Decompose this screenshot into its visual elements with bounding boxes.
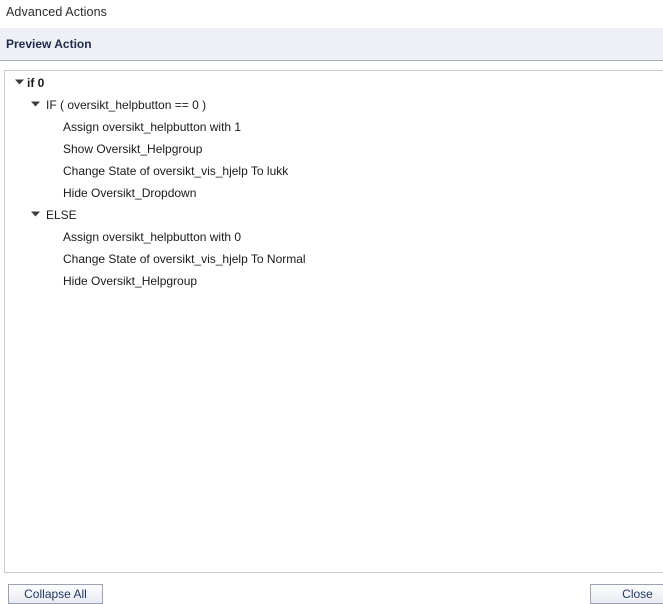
tree-row[interactable]: Assign oversikt_helpbutton with 1: [5, 115, 663, 137]
caret-down-icon[interactable]: [30, 98, 43, 109]
tree-row[interactable]: Change State of oversikt_vis_hjelp To No…: [5, 247, 663, 269]
tree-row[interactable]: Change State of oversikt_vis_hjelp To lu…: [5, 159, 663, 181]
tree-row-label: IF ( oversikt_helpbutton == 0 ): [46, 97, 207, 112]
action-tree: if 0 IF ( oversikt_helpbutton == 0 ) Assig…: [5, 71, 663, 291]
tree-row-label: Hide Oversikt_Helpgroup: [63, 273, 198, 288]
preview-action-label: Preview Action: [6, 37, 92, 51]
tree-row-label: Show Oversikt_Helpgroup: [63, 141, 203, 156]
tree-row-label: ELSE: [46, 207, 77, 222]
tree-row[interactable]: if 0: [5, 71, 663, 93]
collapse-all-button[interactable]: Collapse All: [8, 584, 103, 604]
tree-row-label: if 0: [27, 75, 45, 90]
dialog-footer: Collapse All Close: [0, 573, 663, 604]
tree-row-label: Change State of oversikt_vis_hjelp To lu…: [63, 163, 289, 178]
window-title: Advanced Actions: [6, 5, 107, 19]
tree-row[interactable]: ELSE: [5, 203, 663, 225]
caret-down-icon[interactable]: [30, 208, 43, 219]
caret-down-icon[interactable]: [14, 76, 27, 87]
tree-row[interactable]: Show Oversikt_Helpgroup: [5, 137, 663, 159]
tree-row[interactable]: Hide Oversikt_Dropdown: [5, 181, 663, 203]
tree-row[interactable]: IF ( oversikt_helpbutton == 0 ): [5, 93, 663, 115]
tree-row-label: Change State of oversikt_vis_hjelp To No…: [63, 251, 306, 266]
action-tree-panel[interactable]: if 0 IF ( oversikt_helpbutton == 0 ) Assig…: [4, 70, 663, 573]
tree-row-label: Assign oversikt_helpbutton with 1: [63, 119, 242, 134]
tree-row[interactable]: Assign oversikt_helpbutton with 0: [5, 225, 663, 247]
tree-row[interactable]: Hide Oversikt_Helpgroup: [5, 269, 663, 291]
tree-row-label: Hide Oversikt_Dropdown: [63, 185, 197, 200]
tree-row-label: Assign oversikt_helpbutton with 0: [63, 229, 242, 244]
close-button[interactable]: Close: [590, 584, 663, 604]
preview-action-header: Preview Action: [0, 28, 663, 61]
